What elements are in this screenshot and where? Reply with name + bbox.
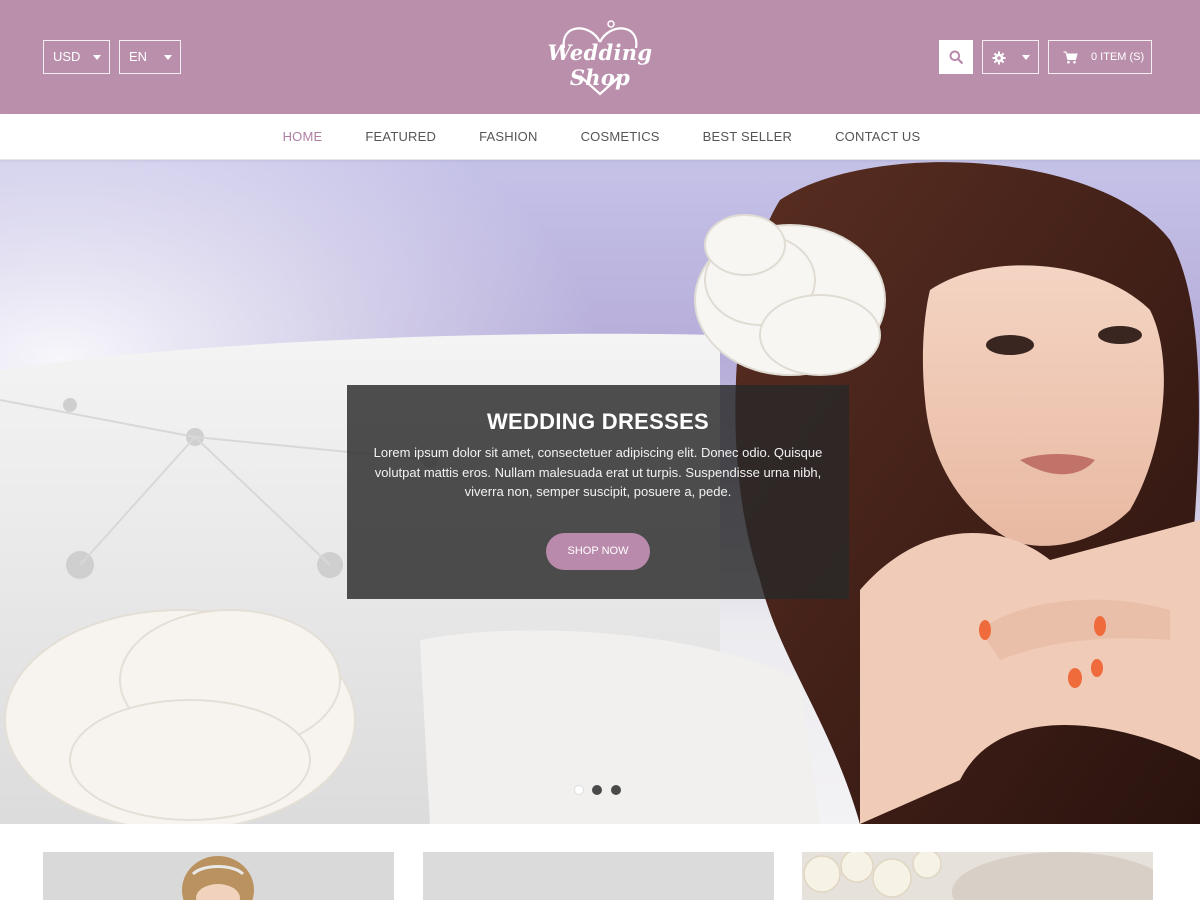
top-header: USD EN Wedding Shop 0 ITEM (S) [0,0,1200,114]
product-card[interactable] [43,852,394,900]
cart-button[interactable]: 0 ITEM (S) [1048,40,1152,74]
product-card[interactable] [802,852,1153,900]
settings-dropdown[interactable] [982,40,1039,74]
chevron-down-icon [164,55,172,60]
nav-item-best-seller[interactable]: BEST SELLER [681,114,813,160]
nav-item-contact-us[interactable]: CONTACT US [814,114,942,160]
cart-label: 0 ITEM (S) [1091,51,1145,63]
currency-label: USD [53,49,81,64]
language-label: EN [129,49,148,64]
search-button[interactable] [939,40,973,74]
hero-slider: WEDDING DRESSES Lorem ipsum dolor sit am… [0,160,1200,824]
shop-now-button[interactable]: SHOP NOW [546,533,650,570]
hero-caption: WEDDING DRESSES Lorem ipsum dolor sit am… [347,385,849,599]
gear-icon [992,51,1006,65]
nav-item-fashion[interactable]: FASHION [458,114,559,160]
logo-text: Wedding Shop [547,40,653,90]
chevron-down-icon [1022,55,1030,60]
site-logo[interactable]: Wedding Shop [520,18,680,98]
nav-item-cosmetics[interactable]: COSMETICS [559,114,681,160]
product-card[interactable] [423,852,774,900]
product-image [802,852,1153,900]
cart-icon [1063,51,1078,64]
slider-dot-1[interactable] [574,785,584,795]
nav-item-home[interactable]: HOME [261,114,344,160]
language-dropdown[interactable]: EN [119,40,181,74]
hero-description: Lorem ipsum dolor sit amet, consectetuer… [373,445,823,499]
main-nav: HOME FEATURED FASHION COSMETICS BEST SEL… [0,114,1200,160]
search-icon [949,50,963,64]
product-image [43,852,394,900]
currency-dropdown[interactable]: USD [43,40,110,74]
nav-item-featured[interactable]: FEATURED [344,114,458,160]
slider-dot-3[interactable] [611,785,621,795]
product-image [423,852,774,900]
chevron-down-icon [93,55,101,60]
slider-dot-2[interactable] [592,785,602,795]
product-teasers [0,824,1200,900]
hero-title: WEDDING DRESSES [486,409,710,434]
